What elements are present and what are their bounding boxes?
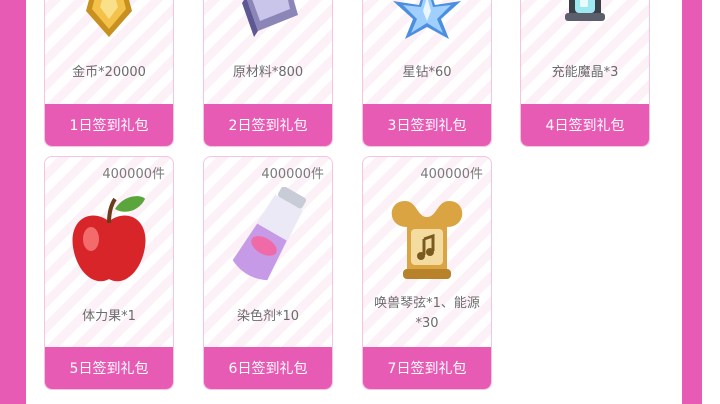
reward-card-day7: 400000件 唤兽琴弦*1、能源*30 7日签到礼包 (362, 156, 492, 390)
reward-card-day4: 充能魔晶*3 4日签到礼包 (520, 0, 650, 147)
reward-name: 染色剂*10 (236, 309, 300, 324)
lyre-icon (363, 187, 491, 291)
gold-coin-icon (45, 0, 173, 43)
reward-name: 体力果*1 (82, 309, 136, 324)
dye-tube-icon (204, 187, 332, 291)
day5-gift-button[interactable]: 5日签到礼包 (45, 347, 173, 389)
day2-gift-button[interactable]: 2日签到礼包 (204, 104, 332, 146)
reward-card-day6: 400000件 染色剂*10 6日签到礼包 (203, 156, 333, 390)
day1-gift-button[interactable]: 1日签到礼包 (45, 104, 173, 146)
stock-count: 400000件 (261, 167, 324, 182)
reward-name: 唤兽琴弦*1、能源*30 (374, 296, 480, 331)
raw-material-icon (204, 0, 332, 43)
stock-count: 400000件 (420, 167, 483, 182)
reward-card-day1: 金币*20000 1日签到礼包 (44, 0, 174, 147)
reward-card-day2: 原材料*800 2日签到礼包 (203, 0, 333, 147)
stock-count: 400000件 (102, 167, 165, 182)
right-frame-border (682, 0, 702, 404)
left-frame-border (0, 0, 26, 404)
reward-name: 星钻*60 (402, 65, 452, 80)
day6-gift-button[interactable]: 6日签到礼包 (204, 347, 332, 389)
reward-name: 充能魔晶*3 (551, 65, 619, 80)
day7-gift-button[interactable]: 7日签到礼包 (363, 347, 491, 389)
reward-card-day5: 400000件 体力果*1 5日签到礼包 (44, 156, 174, 390)
day4-gift-button[interactable]: 4日签到礼包 (521, 104, 649, 146)
star-diamond-icon (363, 0, 491, 43)
charged-crystal-icon (521, 0, 649, 43)
right-margin (702, 0, 720, 404)
apple-icon (45, 187, 173, 291)
reward-card-day3: 星钻*60 3日签到礼包 (362, 0, 492, 147)
day3-gift-button[interactable]: 3日签到礼包 (363, 104, 491, 146)
reward-name: 金币*20000 (72, 65, 146, 80)
reward-name: 原材料*800 (232, 65, 304, 80)
